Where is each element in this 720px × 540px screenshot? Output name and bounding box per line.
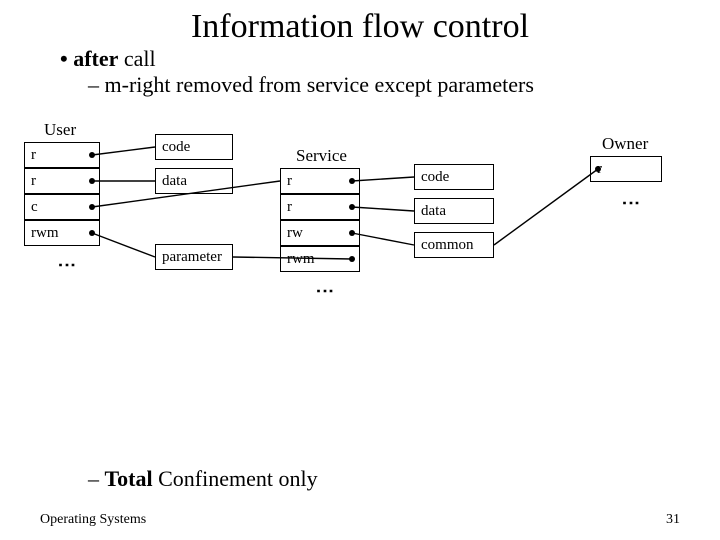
- utarget-param: parameter: [155, 244, 233, 270]
- user-vdots: ⋮: [56, 256, 78, 276]
- user-cell-1: r: [24, 168, 100, 194]
- stgt-code: code: [414, 164, 494, 190]
- svc-cell-0: r: [280, 168, 360, 194]
- bullet-list: after call m-right removed from service …: [0, 46, 720, 98]
- bullet-sub-b-bold: Total: [105, 466, 153, 491]
- footer-right: 31: [666, 512, 680, 528]
- slide-title: Information flow control: [0, 0, 720, 46]
- svc-cell-2: rw: [280, 220, 360, 246]
- svc-cell-1: r: [280, 194, 360, 220]
- connectors: [0, 114, 720, 384]
- service-label: Service: [296, 146, 347, 166]
- svc-vdots: ⋮: [314, 282, 336, 302]
- user-label: User: [44, 120, 76, 140]
- bullet-sub-a: m-right removed from service except para…: [60, 72, 690, 98]
- bullet-top: after call: [60, 46, 690, 72]
- owner-cell-0: r: [590, 156, 662, 182]
- bullet-sub-b-wrap: Total Confinement only: [60, 466, 318, 492]
- bullet-top-bold: after: [73, 46, 118, 71]
- stgt-data: data: [414, 198, 494, 224]
- utarget-data: data: [155, 168, 233, 194]
- footer: Operating Systems 31: [0, 512, 720, 528]
- stgt-common: common: [414, 232, 494, 258]
- owner-label: Owner: [602, 134, 648, 154]
- owner-vdots: ⋮: [620, 194, 642, 214]
- user-cell-3: rwm: [24, 220, 100, 246]
- utarget-code: code: [155, 134, 233, 160]
- footer-left: Operating Systems: [40, 512, 146, 528]
- user-cell-0: r: [24, 142, 100, 168]
- user-cell-2: c: [24, 194, 100, 220]
- bullet-top-rest: call: [118, 46, 155, 71]
- bullet-sub-b-rest: Confinement only: [153, 466, 318, 491]
- svc-cell-3: rwm: [280, 246, 360, 272]
- diagram: User r r c rwm ⋮ code data parameter Ser…: [0, 114, 720, 384]
